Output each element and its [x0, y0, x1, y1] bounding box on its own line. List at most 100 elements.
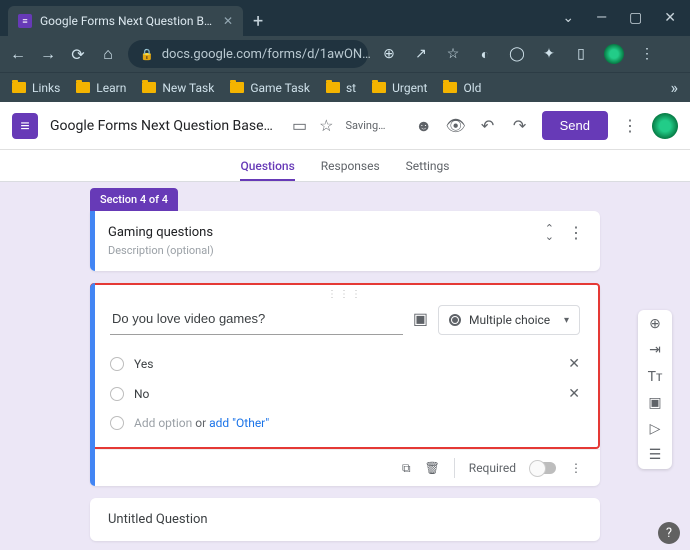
- option-row[interactable]: Yes ✕: [110, 349, 580, 379]
- untitled-question-card[interactable]: Untitled Question: [90, 498, 600, 541]
- window-close-icon[interactable]: ✕: [664, 10, 676, 26]
- window-minimize-icon[interactable]: ―: [596, 10, 607, 26]
- add-section-icon[interactable]: ☰: [649, 447, 662, 463]
- bookmark-folder[interactable]: Links: [12, 81, 60, 95]
- question-card[interactable]: ⋮⋮⋮ ▣ Multiple choice ▾ Yes ✕: [90, 283, 600, 486]
- tab-settings[interactable]: Settings: [406, 159, 450, 181]
- ext1-icon[interactable]: ◐: [476, 45, 494, 63]
- add-image-icon[interactable]: ▣: [648, 395, 661, 411]
- option-radio-icon: [110, 416, 124, 430]
- reload-icon[interactable]: ⟳: [70, 46, 86, 62]
- browser-tab[interactable]: ≡ Google Forms Next Question Bas ✕: [8, 6, 243, 36]
- bookmark-folder[interactable]: st: [326, 81, 356, 95]
- add-question-icon[interactable]: ⊕: [649, 316, 661, 332]
- folder-icon: [230, 82, 244, 93]
- forms-logo-icon[interactable]: ≡: [12, 113, 38, 139]
- add-other-link[interactable]: add "Other": [209, 416, 269, 430]
- back-icon[interactable]: ←: [10, 46, 26, 62]
- share-icon[interactable]: ↗: [412, 45, 430, 63]
- account-avatar[interactable]: [652, 113, 678, 139]
- bookmark-label: New Task: [162, 81, 214, 95]
- window-maximize-icon[interactable]: ▢: [629, 10, 642, 26]
- bookmark-star-icon[interactable]: ☆: [444, 45, 462, 63]
- remove-option-icon[interactable]: ✕: [568, 386, 580, 402]
- bookmark-folder[interactable]: Old: [443, 81, 481, 95]
- forward-icon[interactable]: →: [40, 46, 56, 62]
- zoom-icon[interactable]: ⊕: [380, 45, 398, 63]
- tab-questions[interactable]: Questions: [240, 159, 294, 181]
- tab-close-icon[interactable]: ✕: [223, 14, 233, 28]
- extensions-icon[interactable]: ✦: [540, 45, 558, 63]
- bookmark-folder[interactable]: Urgent: [372, 81, 427, 95]
- lock-icon: 🔒: [140, 48, 154, 61]
- section-more-icon[interactable]: ⋮: [568, 223, 584, 242]
- separator: [454, 458, 455, 478]
- bookmark-folder[interactable]: New Task: [142, 81, 214, 95]
- new-tab-button[interactable]: +: [253, 11, 263, 32]
- folder-icon: [372, 82, 386, 93]
- bookmark-folder[interactable]: Learn: [76, 81, 126, 95]
- add-title-icon[interactable]: Tᴛ: [648, 368, 663, 385]
- add-option-link[interactable]: Add option: [134, 416, 192, 430]
- bookmark-label: Links: [32, 81, 60, 95]
- section-header-card[interactable]: Gaming questions Description (optional) …: [90, 211, 600, 271]
- ext2-icon[interactable]: ◯: [508, 45, 526, 63]
- section-description[interactable]: Description (optional): [108, 244, 582, 257]
- window-caret-icon[interactable]: ⌄: [562, 10, 574, 26]
- option-label[interactable]: No: [134, 387, 558, 401]
- required-label: Required: [469, 461, 516, 475]
- folder-icon: [142, 82, 156, 93]
- untitled-question-title[interactable]: Untitled Question: [108, 512, 582, 527]
- duplicate-icon[interactable]: ⧉: [402, 461, 411, 476]
- panel-icon[interactable]: ▯: [572, 45, 590, 63]
- bookmark-folder[interactable]: Game Task: [230, 81, 310, 95]
- remove-option-icon[interactable]: ✕: [568, 356, 580, 372]
- window-titlebar: ≡ Google Forms Next Question Bas ✕ + ⌄ ―…: [0, 0, 690, 36]
- delete-icon[interactable]: 🗑: [425, 461, 440, 475]
- import-questions-icon[interactable]: ⇥: [649, 342, 661, 358]
- bookmark-label: Learn: [96, 81, 126, 95]
- tab-responses[interactable]: Responses: [321, 159, 380, 181]
- send-button[interactable]: Send: [542, 111, 608, 140]
- folder-icon: [326, 82, 340, 93]
- tab-favicon: ≡: [18, 14, 32, 28]
- question-input[interactable]: [110, 305, 403, 335]
- option-label[interactable]: Yes: [134, 357, 558, 371]
- bookmark-label: Urgent: [392, 81, 427, 95]
- star-icon[interactable]: ☆: [319, 116, 333, 135]
- add-video-icon[interactable]: ▷: [650, 421, 661, 437]
- redo-icon[interactable]: ↷: [510, 116, 530, 135]
- question-more-icon[interactable]: ⋮: [570, 461, 582, 475]
- forms-header: ≡ Google Forms Next Question Based on ▭ …: [0, 102, 690, 150]
- section-chip: Section 4 of 4: [90, 188, 178, 211]
- question-type-dropdown[interactable]: Multiple choice ▾: [438, 305, 580, 335]
- workspace: Section 4 of 4 Gaming questions Descript…: [0, 182, 690, 550]
- form-title[interactable]: Google Forms Next Question Based on: [50, 118, 280, 134]
- tab-title: Google Forms Next Question Bas: [40, 14, 215, 28]
- undo-icon[interactable]: ↶: [478, 116, 498, 135]
- nav-buttons: ← → ⟳ ⌂: [10, 46, 116, 62]
- omnibox[interactable]: 🔒 docs.google.com/forms/d/1awON…: [128, 40, 368, 68]
- bookmarks-overflow-icon[interactable]: »: [671, 78, 679, 97]
- addon-icon[interactable]: ☻: [414, 116, 434, 136]
- drag-handle-icon[interactable]: ⋮⋮⋮: [110, 291, 580, 299]
- option-row[interactable]: No ✕: [110, 379, 580, 409]
- folder-icon: [443, 82, 457, 93]
- chrome-menu-icon[interactable]: ⋮: [638, 45, 656, 63]
- preview-icon[interactable]: 👁: [446, 116, 466, 135]
- question-type-label: Multiple choice: [469, 313, 550, 327]
- collapse-icon[interactable]: ⌃⌄: [545, 225, 554, 241]
- profile-avatar[interactable]: [604, 44, 624, 64]
- add-image-icon[interactable]: ▣: [413, 309, 428, 328]
- required-toggle[interactable]: [530, 462, 556, 474]
- bookmarks-bar: Links Learn New Task Game Task st Urgent…: [0, 72, 690, 102]
- move-folder-icon[interactable]: ▭: [292, 116, 307, 135]
- address-actions: ⊕ ↗ ☆ ◐ ◯ ✦ ▯ ⋮: [380, 44, 656, 64]
- forms-menu-icon[interactable]: ⋮: [620, 116, 640, 135]
- home-icon[interactable]: ⌂: [100, 46, 116, 62]
- option-radio-icon: [110, 387, 124, 401]
- help-icon[interactable]: ?: [658, 522, 680, 544]
- section-title[interactable]: Gaming questions: [108, 225, 582, 240]
- saving-status: Saving…: [345, 119, 385, 132]
- folder-icon: [12, 82, 26, 93]
